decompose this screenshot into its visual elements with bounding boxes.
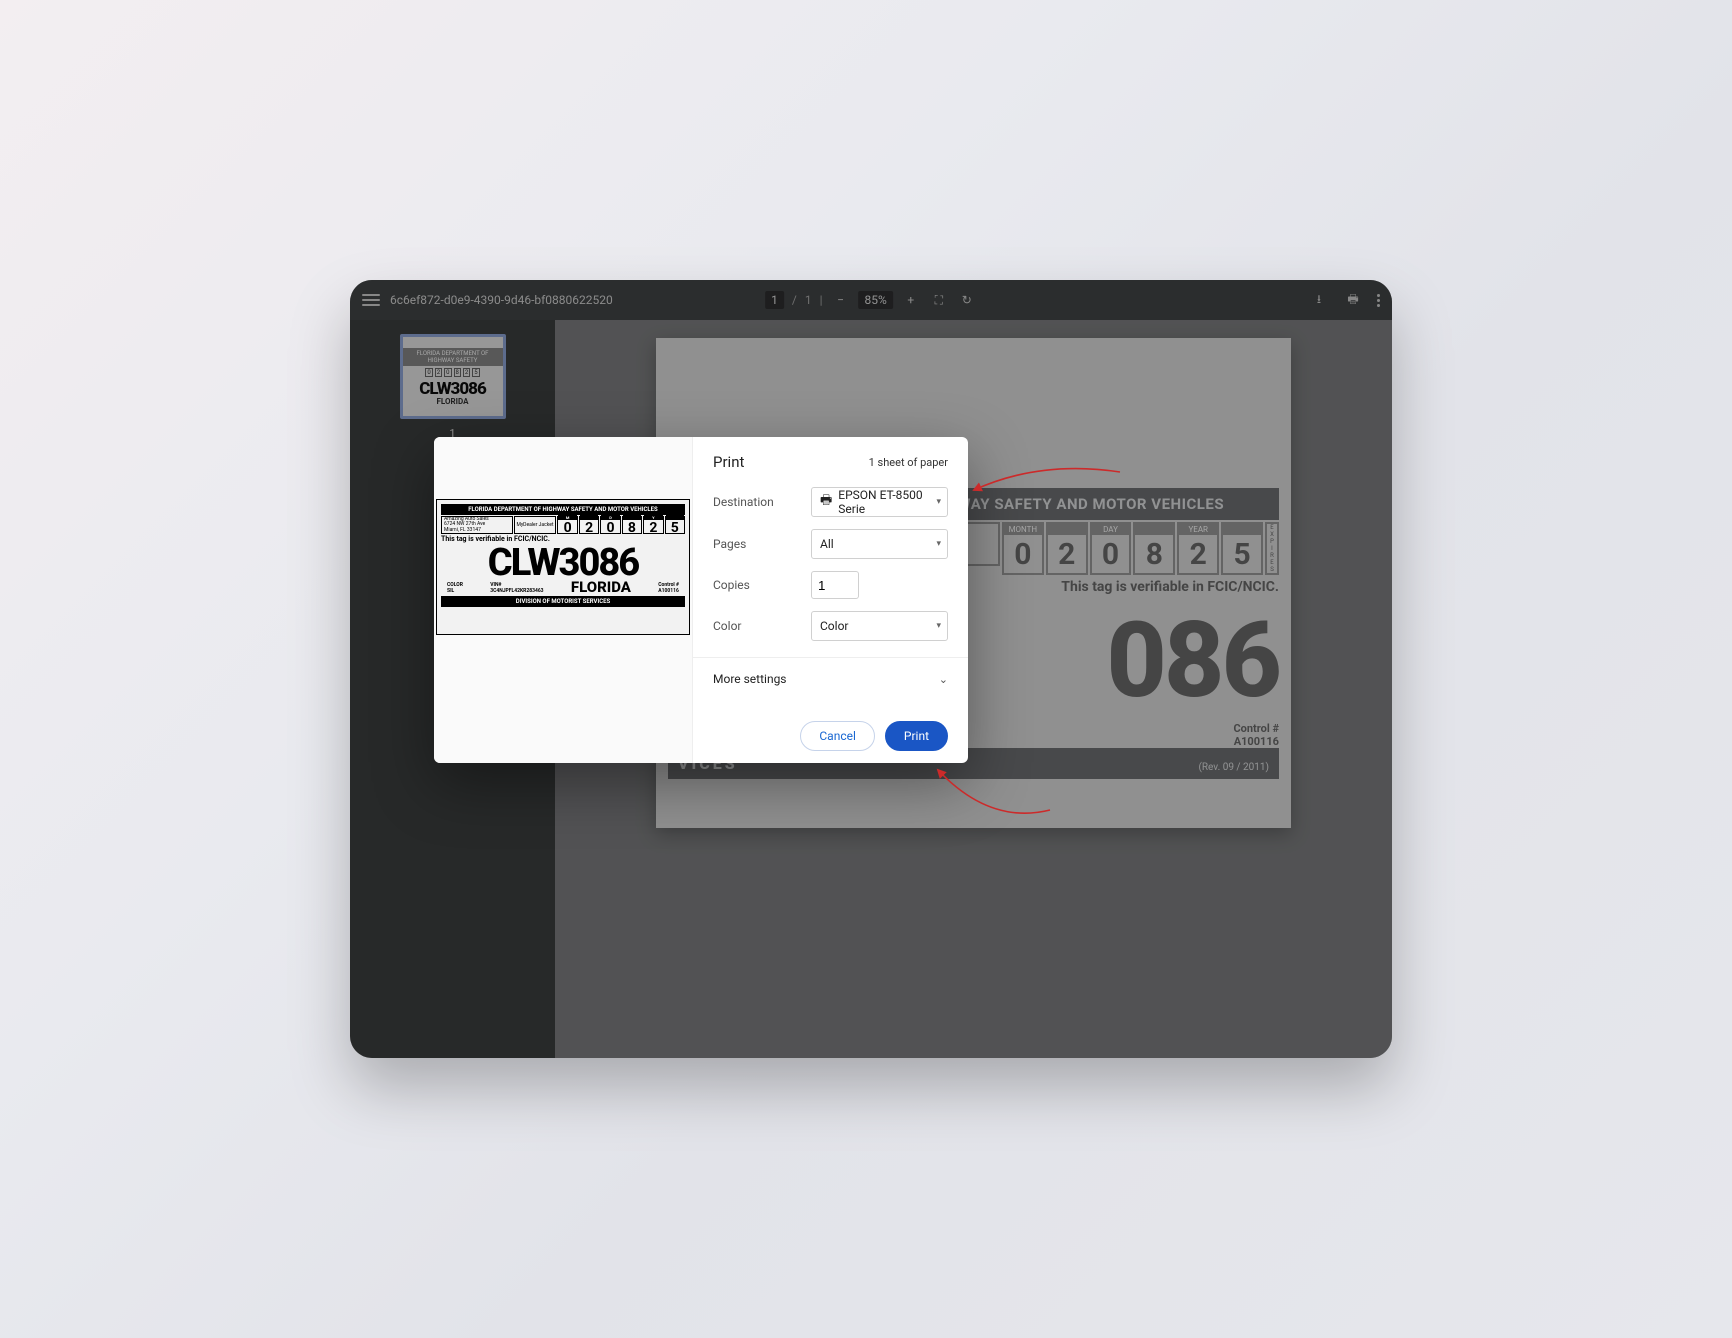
sheet-summary: 1 sheet of paper (869, 456, 948, 469)
print-preview-pane: FLORIDA DEPARTMENT OF HIGHWAY SAFETY AND… (434, 437, 693, 763)
download-icon[interactable]: ⭳ (1309, 290, 1329, 310)
cancel-button[interactable]: Cancel (800, 721, 875, 751)
print-button[interactable]: Print (885, 721, 948, 751)
zoom-in-button[interactable]: + (901, 290, 921, 310)
rotate-icon[interactable]: ↻ (957, 290, 977, 310)
control-value: A100116 (1233, 735, 1279, 748)
document-title: 6c6ef872-d0e9-4390-9d46-bf0880622520 (390, 293, 613, 307)
menu-icon[interactable] (362, 294, 380, 306)
control-label: Control # (1233, 722, 1279, 735)
pdf-toolbar: 6c6ef872-d0e9-4390-9d46-bf0880622520 1 /… (350, 280, 1392, 320)
doc-rev: (Rev. 09 / 2011) (1198, 762, 1269, 773)
copies-input[interactable] (811, 571, 859, 599)
expires-label: EXPIRES (1265, 522, 1279, 575)
page-current-input[interactable]: 1 (765, 291, 784, 309)
more-icon[interactable] (1377, 294, 1380, 307)
destination-select[interactable]: 🖶 EPSON ET-8500 Serie (811, 487, 948, 517)
copies-label: Copies (713, 578, 811, 592)
chevron-down-icon: ⌄ (939, 673, 948, 686)
more-settings-toggle[interactable]: More settings ⌄ (713, 668, 948, 694)
print-dialog: FLORIDA DEPARTMENT OF HIGHWAY SAFETY AND… (434, 437, 968, 763)
color-select[interactable]: Color (811, 611, 948, 641)
dialog-title: Print (713, 453, 744, 471)
page-sep: / (792, 293, 797, 307)
print-preview: FLORIDA DEPARTMENT OF HIGHWAY SAFETY AND… (436, 499, 690, 635)
pages-label: Pages (713, 537, 811, 551)
color-label: Color (713, 619, 811, 633)
printer-icon: 🖶 (820, 491, 832, 513)
zoom-out-button[interactable]: − (831, 290, 851, 310)
page-thumbnail-1[interactable]: FLORIDA DEPARTMENT OF HIGHWAY SAFETY 020… (400, 334, 506, 419)
fit-page-icon[interactable]: ⛶ (929, 290, 949, 310)
destination-label: Destination (713, 495, 811, 509)
print-icon[interactable]: 🖶 (1343, 290, 1363, 310)
pages-select[interactable]: All (811, 529, 948, 559)
zoom-level[interactable]: 85% (859, 291, 893, 309)
page-total: 1 (805, 293, 812, 307)
